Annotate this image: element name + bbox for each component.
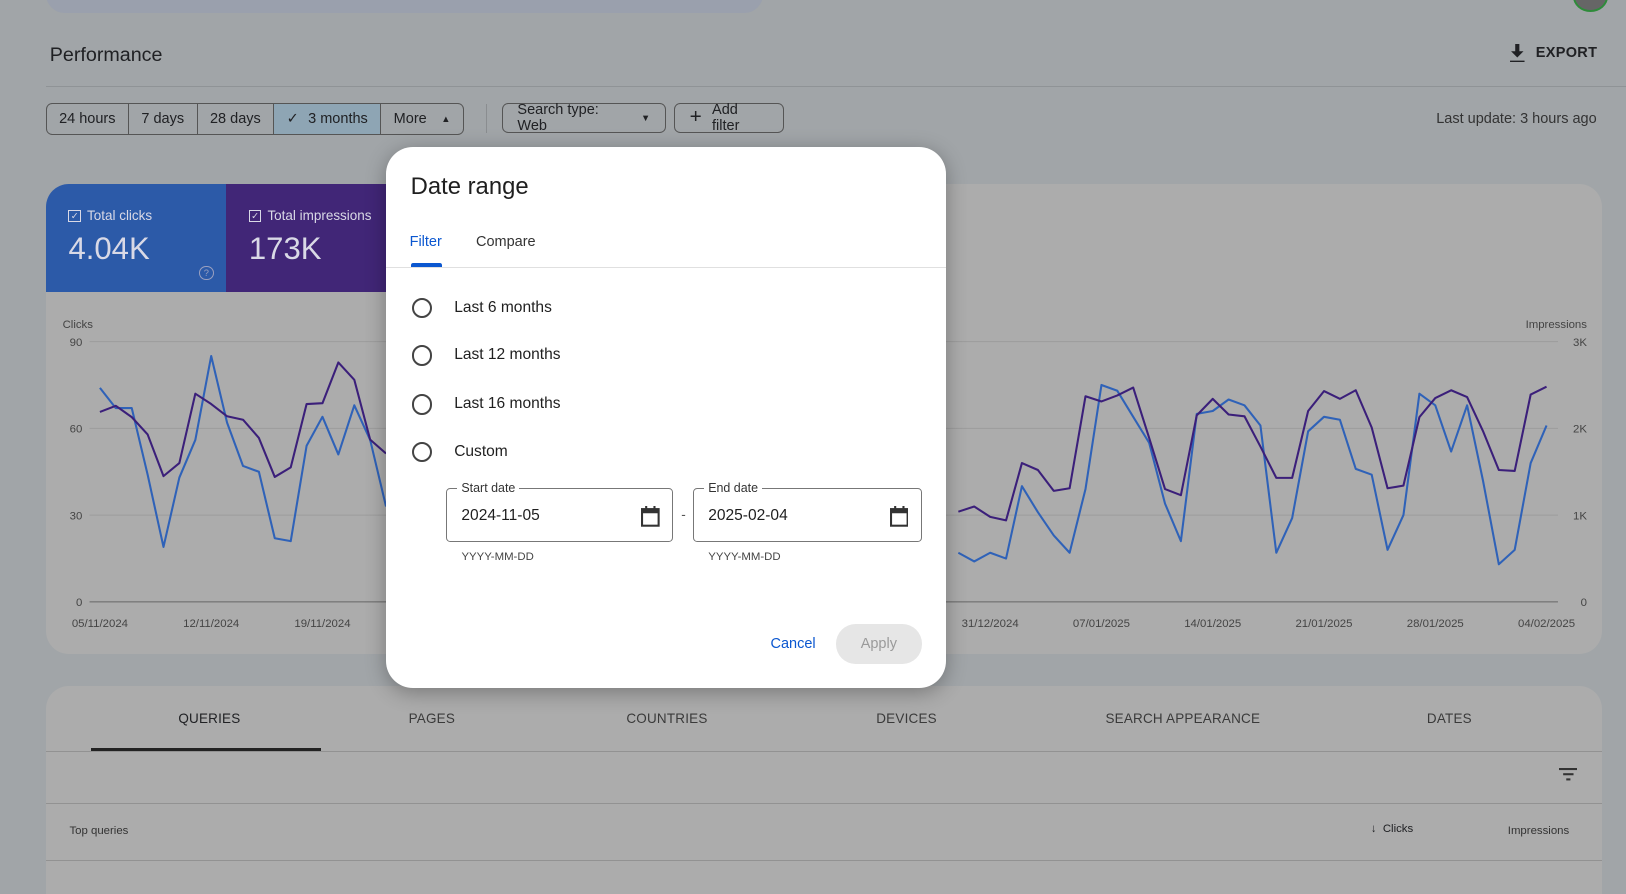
- x-axis-tick: 19/11/2024: [294, 617, 350, 629]
- option-label[interactable]: Last 6 months: [454, 299, 552, 317]
- range-label: More: [393, 110, 427, 127]
- page-title: Performance: [49, 43, 163, 66]
- range-7-days[interactable]: 7 days: [129, 103, 198, 134]
- option-label[interactable]: Last 12 months: [454, 346, 560, 364]
- table-card: QUERIES PAGES COUNTRIES DEVICES SEARCH A…: [45, 686, 1603, 894]
- column-header-impressions[interactable]: Impressions: [1508, 825, 1569, 837]
- right-axis-tick: 3K: [1573, 336, 1587, 348]
- download-icon: [1509, 43, 1525, 63]
- radio-last-12-months[interactable]: [411, 345, 433, 366]
- right-axis-tick: 2K: [1573, 423, 1587, 435]
- search-type-dropdown[interactable]: Search type: Web ▼: [501, 101, 666, 134]
- add-filter-button[interactable]: + Add filter: [674, 101, 784, 134]
- column-header-clicks[interactable]: ↓ Clicks: [1371, 823, 1413, 835]
- x-axis-tick: 07/01/2025: [1073, 617, 1130, 629]
- range-label: 3 months: [308, 110, 368, 127]
- last-update-text: Last update: 3 hours ago: [1436, 110, 1597, 127]
- range-label: 7 days: [141, 110, 185, 127]
- column-header-query: Top queries: [69, 825, 129, 838]
- field-label: Start date: [457, 481, 520, 496]
- x-axis-tick: 14/01/2025: [1184, 617, 1241, 629]
- tab-filter[interactable]: Filter: [410, 234, 442, 250]
- column-label: Clicks: [1382, 823, 1414, 836]
- range-3-months[interactable]: ✓ 3 months: [274, 103, 382, 134]
- plus-icon: +: [689, 105, 702, 129]
- date-range-dialog: Date range Filter Compare Last 6 months …: [385, 147, 946, 688]
- x-axis-tick: 04/02/2025: [1518, 617, 1575, 629]
- check-icon: ✓: [286, 110, 299, 127]
- right-axis-tick: 0: [1580, 597, 1586, 609]
- tab-countries[interactable]: COUNTRIES: [626, 711, 707, 726]
- right-axis-tick: 1K: [1573, 510, 1587, 522]
- avatar[interactable]: [1573, 0, 1609, 13]
- left-axis-tick: 30: [69, 510, 82, 522]
- x-axis-tick: 28/01/2025: [1406, 617, 1463, 629]
- search-bar[interactable]: [45, 0, 764, 14]
- cancel-button[interactable]: Cancel: [770, 636, 815, 652]
- export-label: EXPORT: [1535, 44, 1598, 61]
- caret-down-icon: ▼: [641, 112, 651, 123]
- divider: [385, 266, 946, 268]
- start-date-value[interactable]: 2024-11-05: [461, 507, 539, 525]
- radio-last-6-months[interactable]: [411, 297, 433, 319]
- tab-dates[interactable]: DATES: [1427, 711, 1472, 726]
- start-date-hint: YYYY-MM-DD: [461, 550, 534, 563]
- caret-up-icon: ▲: [441, 113, 451, 124]
- x-axis-tick: 21/01/2025: [1295, 617, 1352, 629]
- date-range-selector: 24 hours 7 days 28 days ✓ 3 months More ▲: [45, 102, 464, 135]
- export-button[interactable]: EXPORT: [1509, 43, 1598, 63]
- divider: [486, 103, 488, 133]
- option-label[interactable]: Last 16 months: [454, 395, 560, 413]
- divider: [45, 86, 1626, 88]
- radio-last-16-months[interactable]: [411, 394, 433, 415]
- range-label: 28 days: [209, 110, 261, 127]
- x-axis-tick: 12/11/2024: [183, 617, 239, 629]
- search-type-label: Search type: Web: [517, 101, 599, 134]
- end-date-hint: YYYY-MM-DD: [708, 550, 781, 563]
- right-axis-label: Impressions: [1525, 319, 1587, 331]
- start-date-field[interactable]: Start date 2024-11-05: [445, 481, 673, 543]
- end-date-value[interactable]: 2025-02-04: [708, 507, 788, 525]
- filter-icon[interactable]: [1558, 768, 1578, 781]
- left-axis-tick: 0: [76, 597, 82, 609]
- left-axis-label: Clicks: [62, 319, 93, 331]
- field-label: End date: [704, 481, 763, 496]
- end-date-field[interactable]: End date 2025-02-04: [692, 481, 922, 543]
- tab-pages[interactable]: PAGES: [409, 711, 455, 726]
- radio-custom[interactable]: [411, 441, 433, 463]
- apply-button[interactable]: Apply: [835, 624, 922, 664]
- apply-label: Apply: [860, 635, 897, 652]
- divider: [45, 750, 1603, 752]
- dialog-title: Date range: [410, 173, 529, 201]
- divider: [45, 802, 1603, 804]
- left-axis-tick: 90: [69, 336, 82, 348]
- date-separator: -: [681, 507, 686, 523]
- range-28-days[interactable]: 28 days: [198, 103, 275, 134]
- calendar-icon[interactable]: [640, 506, 660, 527]
- tab-queries[interactable]: QUERIES: [178, 711, 240, 726]
- arrow-down-icon: ↓: [1370, 823, 1377, 836]
- divider: [45, 859, 1603, 861]
- tab-compare[interactable]: Compare: [476, 234, 536, 250]
- tab-devices[interactable]: DEVICES: [876, 711, 937, 726]
- option-label[interactable]: Custom: [454, 443, 508, 461]
- x-axis-tick: 05/11/2024: [71, 617, 127, 629]
- calendar-icon[interactable]: [889, 506, 909, 527]
- add-filter-label: Add filter: [712, 101, 740, 134]
- left-axis-tick: 60: [69, 423, 82, 435]
- tab-search-appearance[interactable]: SEARCH APPEARANCE: [1105, 711, 1260, 726]
- x-axis-tick: 31/12/2024: [961, 617, 1018, 629]
- range-more[interactable]: More ▲: [381, 104, 463, 134]
- range-label: 24 hours: [59, 110, 116, 127]
- range-24-hours[interactable]: 24 hours: [47, 103, 129, 134]
